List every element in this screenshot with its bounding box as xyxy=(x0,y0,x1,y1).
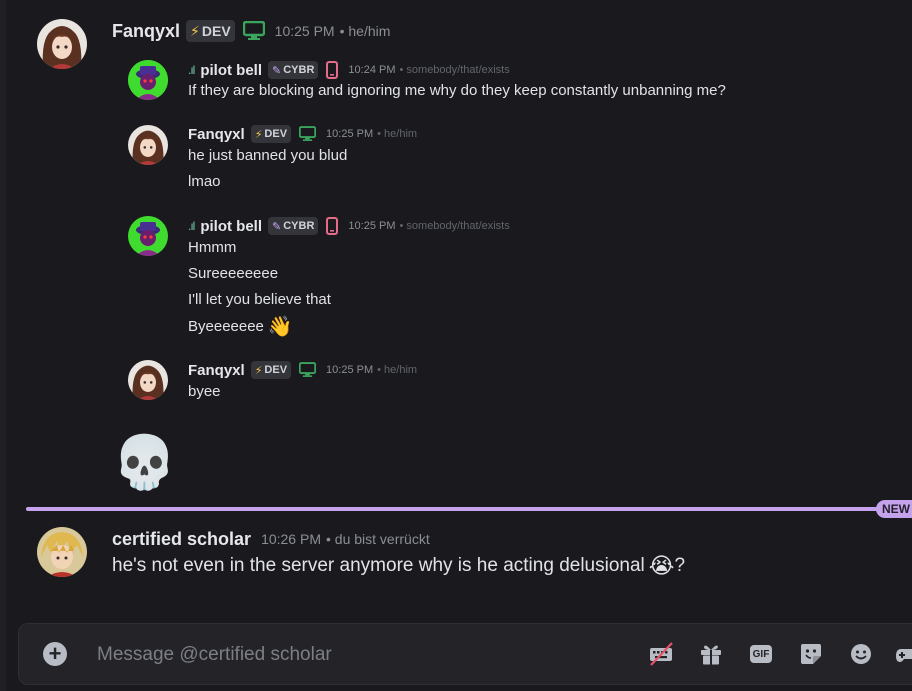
server-tag[interactable]: ✎ CYBR xyxy=(268,61,319,79)
desktop-status-icon xyxy=(299,362,317,378)
pronouns: • he/him xyxy=(339,23,391,39)
reply-header: Fanqyxl ⚡ DEV 10:25 PM • he/him xyxy=(188,360,417,380)
timestamp: 10:25 PM xyxy=(326,364,374,376)
server-tag[interactable]: ⚡ DEV xyxy=(186,20,235,42)
timestamp: 10:24 PM xyxy=(348,64,396,76)
lightning-icon: ⚡ xyxy=(254,128,263,141)
gif-icon[interactable]: GIF xyxy=(747,640,775,668)
message-text: he just banned you blud xyxy=(188,147,348,164)
tag-label: CYBR xyxy=(283,64,315,76)
emoji-smile-icon[interactable] xyxy=(847,640,875,668)
message-text: If they are blocking and ignoring me why… xyxy=(188,82,726,99)
new-messages-divider xyxy=(26,507,882,511)
username[interactable]: Fanqyxl xyxy=(188,362,245,379)
signal-icon: .ıl xyxy=(188,219,195,233)
sidebar-edge xyxy=(0,0,6,691)
pronouns: • he/him xyxy=(377,128,418,140)
desktop-status-icon xyxy=(299,126,317,142)
avatar-certified-scholar[interactable] xyxy=(37,527,87,577)
avatar-fanqyxl[interactable] xyxy=(128,125,168,165)
signal-icon: .ıl xyxy=(188,63,195,77)
server-tag[interactable]: ✎ CYBR xyxy=(268,217,319,235)
message-text: lmao xyxy=(188,173,221,190)
timestamp: 10:25 PM xyxy=(274,23,335,39)
message-text-suffix: ? xyxy=(674,555,686,576)
tag-label: DEV xyxy=(201,23,231,39)
server-tag[interactable]: ⚡ DEV xyxy=(250,125,292,143)
message-input[interactable] xyxy=(95,638,619,672)
pronouns: • he/him xyxy=(377,364,418,376)
syringe-icon: ✎ xyxy=(272,220,282,233)
message-text: byee xyxy=(188,383,221,400)
tag-label: DEV xyxy=(264,364,288,376)
desktop-status-icon xyxy=(242,21,265,41)
avatar-pilot-bell[interactable] xyxy=(128,60,168,100)
message-text: he's not even in the server anymore why … xyxy=(112,555,645,576)
sticker-icon[interactable] xyxy=(797,640,825,668)
server-tag[interactable]: ⚡ DEV xyxy=(250,361,292,379)
gif-label: GIF xyxy=(750,645,772,663)
message-text-line: he's not even in the server anymore why … xyxy=(112,553,685,579)
loudly-crying-emoji[interactable]: 😭 xyxy=(649,553,675,579)
message-text: I'll let you believe that xyxy=(188,291,331,308)
mobile-status-icon xyxy=(326,61,339,79)
message-text: Hmmm xyxy=(188,239,237,256)
message-header: certified scholar 10:26 PM • du bist ver… xyxy=(112,528,430,550)
tag-label: CYBR xyxy=(283,220,315,232)
pronouns: • du bist verrückt xyxy=(326,531,430,547)
message-header: Fanqyxl ⚡ DEV 10:25 PM • he/him xyxy=(112,20,390,42)
username[interactable]: Fanqyxl xyxy=(112,21,180,42)
reply-header: .ıl pilot bell ✎ CYBR 10:25 PM • somebod… xyxy=(188,216,510,236)
upload-plus-icon[interactable]: + xyxy=(43,642,67,666)
message-text: Sureeeeeeee xyxy=(188,265,279,282)
keyboard-off-icon[interactable] xyxy=(647,640,675,668)
message-text: Byeeeeeee xyxy=(188,318,264,335)
pronouns: • somebody/that/exists xyxy=(399,64,510,76)
timestamp: 10:25 PM xyxy=(326,128,374,140)
waving-hand-emoji[interactable]: 👋 xyxy=(268,314,293,339)
syringe-icon: ✎ xyxy=(272,64,282,77)
username[interactable]: pilot bell xyxy=(200,62,262,79)
avatar-fanqyxl[interactable] xyxy=(37,19,87,69)
tag-label: DEV xyxy=(264,128,288,140)
gamepad-icon[interactable] xyxy=(895,640,912,668)
lightning-icon: ⚡ xyxy=(190,22,200,39)
skull-emoji[interactable]: 💀 xyxy=(112,430,177,496)
new-messages-pill: NEW xyxy=(876,500,912,518)
timestamp: 10:25 PM xyxy=(348,220,396,232)
reply-header: .ıl pilot bell ✎ CYBR 10:24 PM • somebod… xyxy=(188,60,510,80)
message-text-line: Byeeeeeee 👋 xyxy=(188,314,293,339)
message-composer: + GIF xyxy=(18,623,912,685)
pronouns: • somebody/that/exists xyxy=(399,220,510,232)
avatar-pilot-bell[interactable] xyxy=(128,216,168,256)
lightning-icon: ⚡ xyxy=(254,364,263,377)
username[interactable]: certified scholar xyxy=(112,529,251,550)
username[interactable]: pilot bell xyxy=(200,218,262,235)
reply-header: Fanqyxl ⚡ DEV 10:25 PM • he/him xyxy=(188,124,417,144)
username[interactable]: Fanqyxl xyxy=(188,126,245,143)
gift-icon[interactable] xyxy=(697,640,725,668)
mobile-status-icon xyxy=(326,217,339,235)
avatar-fanqyxl[interactable] xyxy=(128,360,168,400)
timestamp: 10:26 PM xyxy=(261,531,321,547)
